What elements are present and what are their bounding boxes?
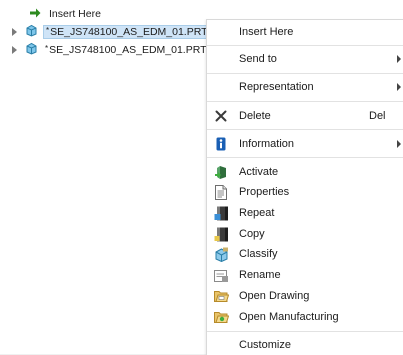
tree-item-label: *SE_JS748100_AS_EDM_01.PRT — [45, 44, 207, 56]
menu-separator — [207, 73, 403, 74]
menu-item-insert-here[interactable]: Insert Here — [207, 22, 403, 42]
menu-item-label: Insert Here — [239, 26, 294, 38]
submenu-arrow-icon — [397, 55, 401, 63]
expand-caret-icon[interactable] — [11, 28, 19, 36]
rename-icon — [213, 267, 229, 283]
open-manufacturing-icon — [213, 309, 229, 325]
copy-icon — [213, 226, 229, 242]
menu-item-label: Repeat — [239, 207, 275, 219]
submenu-arrow-icon — [397, 83, 401, 91]
context-menu: Insert Here Send to Representation Delet… — [206, 19, 403, 355]
menu-item-label: Rename — [239, 269, 281, 281]
menu-separator — [207, 45, 403, 46]
menu-item-delete[interactable]: Delete Del — [207, 106, 403, 126]
submenu-arrow-icon — [397, 140, 401, 148]
tree-insert-here[interactable]: Insert Here — [30, 6, 103, 22]
information-icon — [213, 136, 229, 152]
menu-item-properties[interactable]: Properties — [207, 182, 403, 202]
menu-item-label: Send to — [239, 53, 277, 65]
menu-item-representation[interactable]: Representation — [207, 77, 403, 97]
menu-item-label: Information — [239, 138, 295, 150]
part-icon — [25, 42, 38, 58]
open-drawing-icon — [213, 288, 229, 304]
menu-separator — [207, 331, 403, 332]
menu-item-copy[interactable]: Copy — [207, 224, 403, 244]
activate-icon — [213, 164, 229, 180]
properties-icon — [213, 184, 229, 200]
tree-item-part-1[interactable]: *SE_JS748100_AS_EDM_01.PRT — [11, 24, 211, 40]
menu-item-customize[interactable]: Customize — [207, 335, 403, 355]
menu-separator — [207, 129, 403, 130]
menu-item-label: Delete — [239, 110, 271, 122]
menu-item-activate[interactable]: Activate — [207, 162, 403, 182]
menu-item-open-drawing[interactable]: Open Drawing — [207, 286, 403, 306]
menu-item-label: Open Manufacturing — [239, 311, 339, 323]
repeat-icon — [213, 205, 229, 221]
tree-item-label: *SE_JS748100_AS_EDM_01.PRT — [43, 25, 211, 39]
menu-item-label: Customize — [239, 339, 291, 351]
insert-arrow-icon — [30, 8, 41, 21]
menu-item-label: Properties — [239, 186, 290, 198]
part-icon — [25, 24, 38, 40]
menu-separator — [207, 101, 403, 102]
menu-item-send-to[interactable]: Send to — [207, 49, 403, 69]
delete-x-icon — [213, 108, 229, 124]
classify-icon — [213, 246, 229, 262]
expand-caret-icon[interactable] — [11, 46, 19, 54]
menu-item-label: Representation — [239, 81, 314, 93]
menu-item-open-manufacturing[interactable]: Open Manufacturing — [207, 307, 403, 327]
menu-item-information[interactable]: Information — [207, 134, 403, 154]
menu-item-classify[interactable]: Classify — [207, 244, 403, 264]
menu-item-rename[interactable]: Rename — [207, 265, 403, 285]
menu-item-repeat[interactable]: Repeat — [207, 203, 403, 223]
menu-item-label: Activate — [239, 166, 279, 178]
tree-item-part-2[interactable]: *SE_JS748100_AS_EDM_01.PRT — [11, 42, 209, 58]
menu-separator — [207, 157, 403, 158]
tree-insert-here-label: Insert Here — [49, 8, 101, 20]
menu-item-label: Open Drawing — [239, 290, 310, 302]
menu-item-label: Copy — [239, 228, 265, 240]
menu-item-label: Classify — [239, 248, 278, 260]
shortcut-label: Del — [369, 110, 386, 122]
